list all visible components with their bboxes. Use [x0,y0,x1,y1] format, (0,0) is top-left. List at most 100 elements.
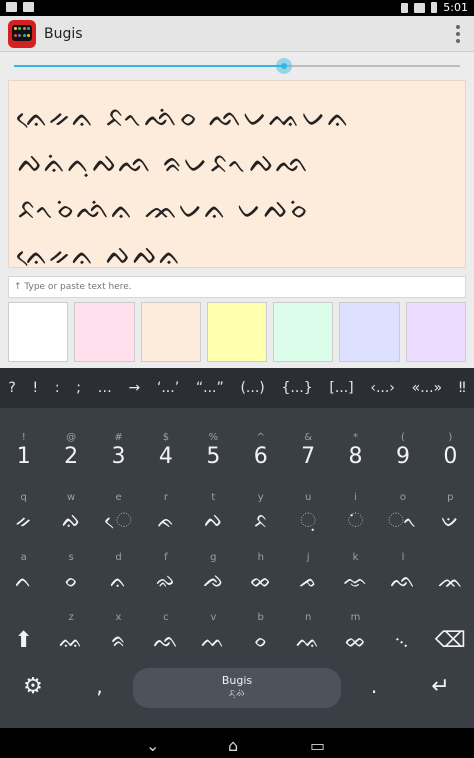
symbol-key[interactable]: «...» [403,380,450,396]
symbol-key[interactable]: “...” [188,380,233,396]
comma-key[interactable]: , [66,668,133,728]
key-g[interactable]: gᨌ [190,548,237,608]
key-v[interactable]: vᨓ [190,608,237,668]
key-m[interactable]: mᨖ [332,608,379,668]
overflow-menu-icon[interactable] [456,25,460,43]
key-extra[interactable]: ᨏ [427,548,474,608]
status-right: 5:01 [401,1,468,14]
swatch-lavender[interactable] [339,302,400,362]
shift-icon: ⬆ [14,628,33,653]
key-o[interactable]: oᨚ [379,488,426,548]
gear-icon: ⚙ [23,674,43,699]
key-w[interactable]: wᨁ [47,488,94,548]
settings-key[interactable]: ⚙ [0,668,66,728]
symbol-key[interactable]: ‘...’ [149,380,188,396]
key-6[interactable]: ^ 6 [237,428,284,488]
key-b[interactable]: bᨔ [237,608,284,668]
slider-fill [14,65,284,67]
key-2[interactable]: @2 [47,428,94,488]
recents-icon[interactable]: ▭ [310,736,325,755]
key-t[interactable]: tᨄ [190,488,237,548]
key-u[interactable]: uᨘ [284,488,331,548]
number-row: ! 1 @2 #3 $4 % 5 ^ 6 & 7 * 8 (9 ) 0 [0,428,474,488]
key-1[interactable]: ! 1 [0,428,47,488]
key-3[interactable]: #3 [95,428,142,488]
slider-thumb[interactable] [275,58,292,74]
swatch-peach[interactable] [140,302,201,362]
symbol-key[interactable]: ! [24,380,46,396]
image-icon [23,2,34,12]
back-icon[interactable]: ⌄ [146,736,159,755]
key-k[interactable]: kᨎ [332,548,379,608]
logo-dot [26,27,30,30]
swatch-pink[interactable] [74,302,135,362]
key-4[interactable]: $4 [142,428,189,488]
symbol-row: ? ! : ; … → ‘...’ “...” (...) {...} [...… [0,368,474,408]
status-bar: 5:01 [0,0,474,16]
enter-key[interactable]: ↵ [407,668,474,728]
space-bar-script: ᨅᨘᨁᨗ [228,688,246,699]
key-0[interactable]: ) 0 [427,428,474,488]
app-title: Bugis [44,26,83,42]
symbol-key[interactable]: ‼ [450,380,474,396]
symbol-key[interactable]: ; [68,380,89,396]
clock: 5:01 [443,1,468,14]
key-9[interactable]: (9 [379,428,426,488]
logo-dot [18,27,22,30]
symbol-key[interactable]: … [89,380,120,396]
home-icon[interactable]: ⌂ [228,736,238,755]
shift-key[interactable]: ⬆ [0,608,47,668]
font-size-slider[interactable] [14,58,460,74]
key-j[interactable]: jᨍ [284,548,331,608]
key-s[interactable]: sᨔ [47,548,94,608]
swatch-white[interactable] [8,302,69,362]
key-n[interactable]: nᨕ [284,608,331,668]
letter-row-3: ⬆ zᨐ xᨑ cᨒ vᨓ bᨔ nᨕ mᨖ ᨞ ⌫ [0,608,474,668]
logo-dot [22,33,26,37]
backspace-key[interactable]: ⌫ [427,608,474,668]
key-punct[interactable]: ᨞ [379,608,426,668]
letter-row-2: aᨈ sᨔ dᨊ fᨋ gᨌ hᨖ jᨍ kᨎ lᨒ ᨏ [0,548,474,608]
key-r[interactable]: rᨃ [142,488,189,548]
swatch-yellow[interactable] [206,302,268,362]
key-d[interactable]: dᨊ [95,548,142,608]
key-8[interactable]: * 8 [332,428,379,488]
swatch-violet[interactable] [405,302,466,362]
text-input[interactable] [8,276,466,298]
swatch-mint[interactable] [273,302,334,362]
battery-icon [431,2,438,13]
period-key[interactable]: . [341,668,407,728]
key-f[interactable]: fᨋ [142,548,189,608]
symbol-key[interactable]: ‹...› [362,380,403,396]
symbol-key[interactable]: [...] [321,380,362,396]
output-line: ᨄᨊᨗᨈᨘᨄᨒ ᨑᨆᨅᨚᨄᨒ [17,148,311,179]
gmail-icon [6,2,17,12]
logo-dot [26,33,30,37]
key-l[interactable]: lᨒ [379,548,426,608]
symbol-key[interactable]: : [47,380,68,396]
output-text-area[interactable]: ᨊᨙᨀᨊ ᨅᨚᨒᨗᨔ ᨒᨆᨕᨆᨊ ᨄᨊᨗᨈᨘᨄᨒ ᨑᨆᨅᨚᨄᨒ ᨅᨚᨔᨗᨒᨗᨊ … [8,80,466,271]
key-q[interactable]: qᨀ [0,488,47,548]
logo-dot [14,27,17,30]
symbol-key[interactable]: (...) [232,380,273,396]
key-p[interactable]: pᨉ [427,488,474,548]
key-h[interactable]: hᨖ [237,548,284,608]
symbol-key[interactable]: → [120,380,148,396]
space-bar[interactable]: Bugis ᨅᨘᨁᨗ [133,668,341,708]
logo-dot [22,27,26,30]
logo-dot [14,33,17,37]
vibrate-icon [401,2,409,13]
key-5[interactable]: % 5 [190,428,237,488]
symbol-key[interactable]: ? [0,380,24,396]
key-c[interactable]: cᨒ [142,608,189,668]
key-e[interactable]: eᨙ [95,488,142,548]
key-z[interactable]: zᨐ [47,608,94,668]
symbol-key[interactable]: {...} [273,380,321,396]
key-x[interactable]: xᨑ [95,608,142,668]
key-i[interactable]: iᨗ [332,488,379,548]
key-y[interactable]: yᨅ [237,488,284,548]
key-7[interactable]: & 7 [284,428,331,488]
app-logo-icon [8,20,36,48]
output-line: ᨅᨚᨔᨗᨒᨗᨊ ᨏᨆᨊ ᨆᨄᨔᨗ [17,194,310,225]
key-a[interactable]: aᨈ [0,548,47,608]
